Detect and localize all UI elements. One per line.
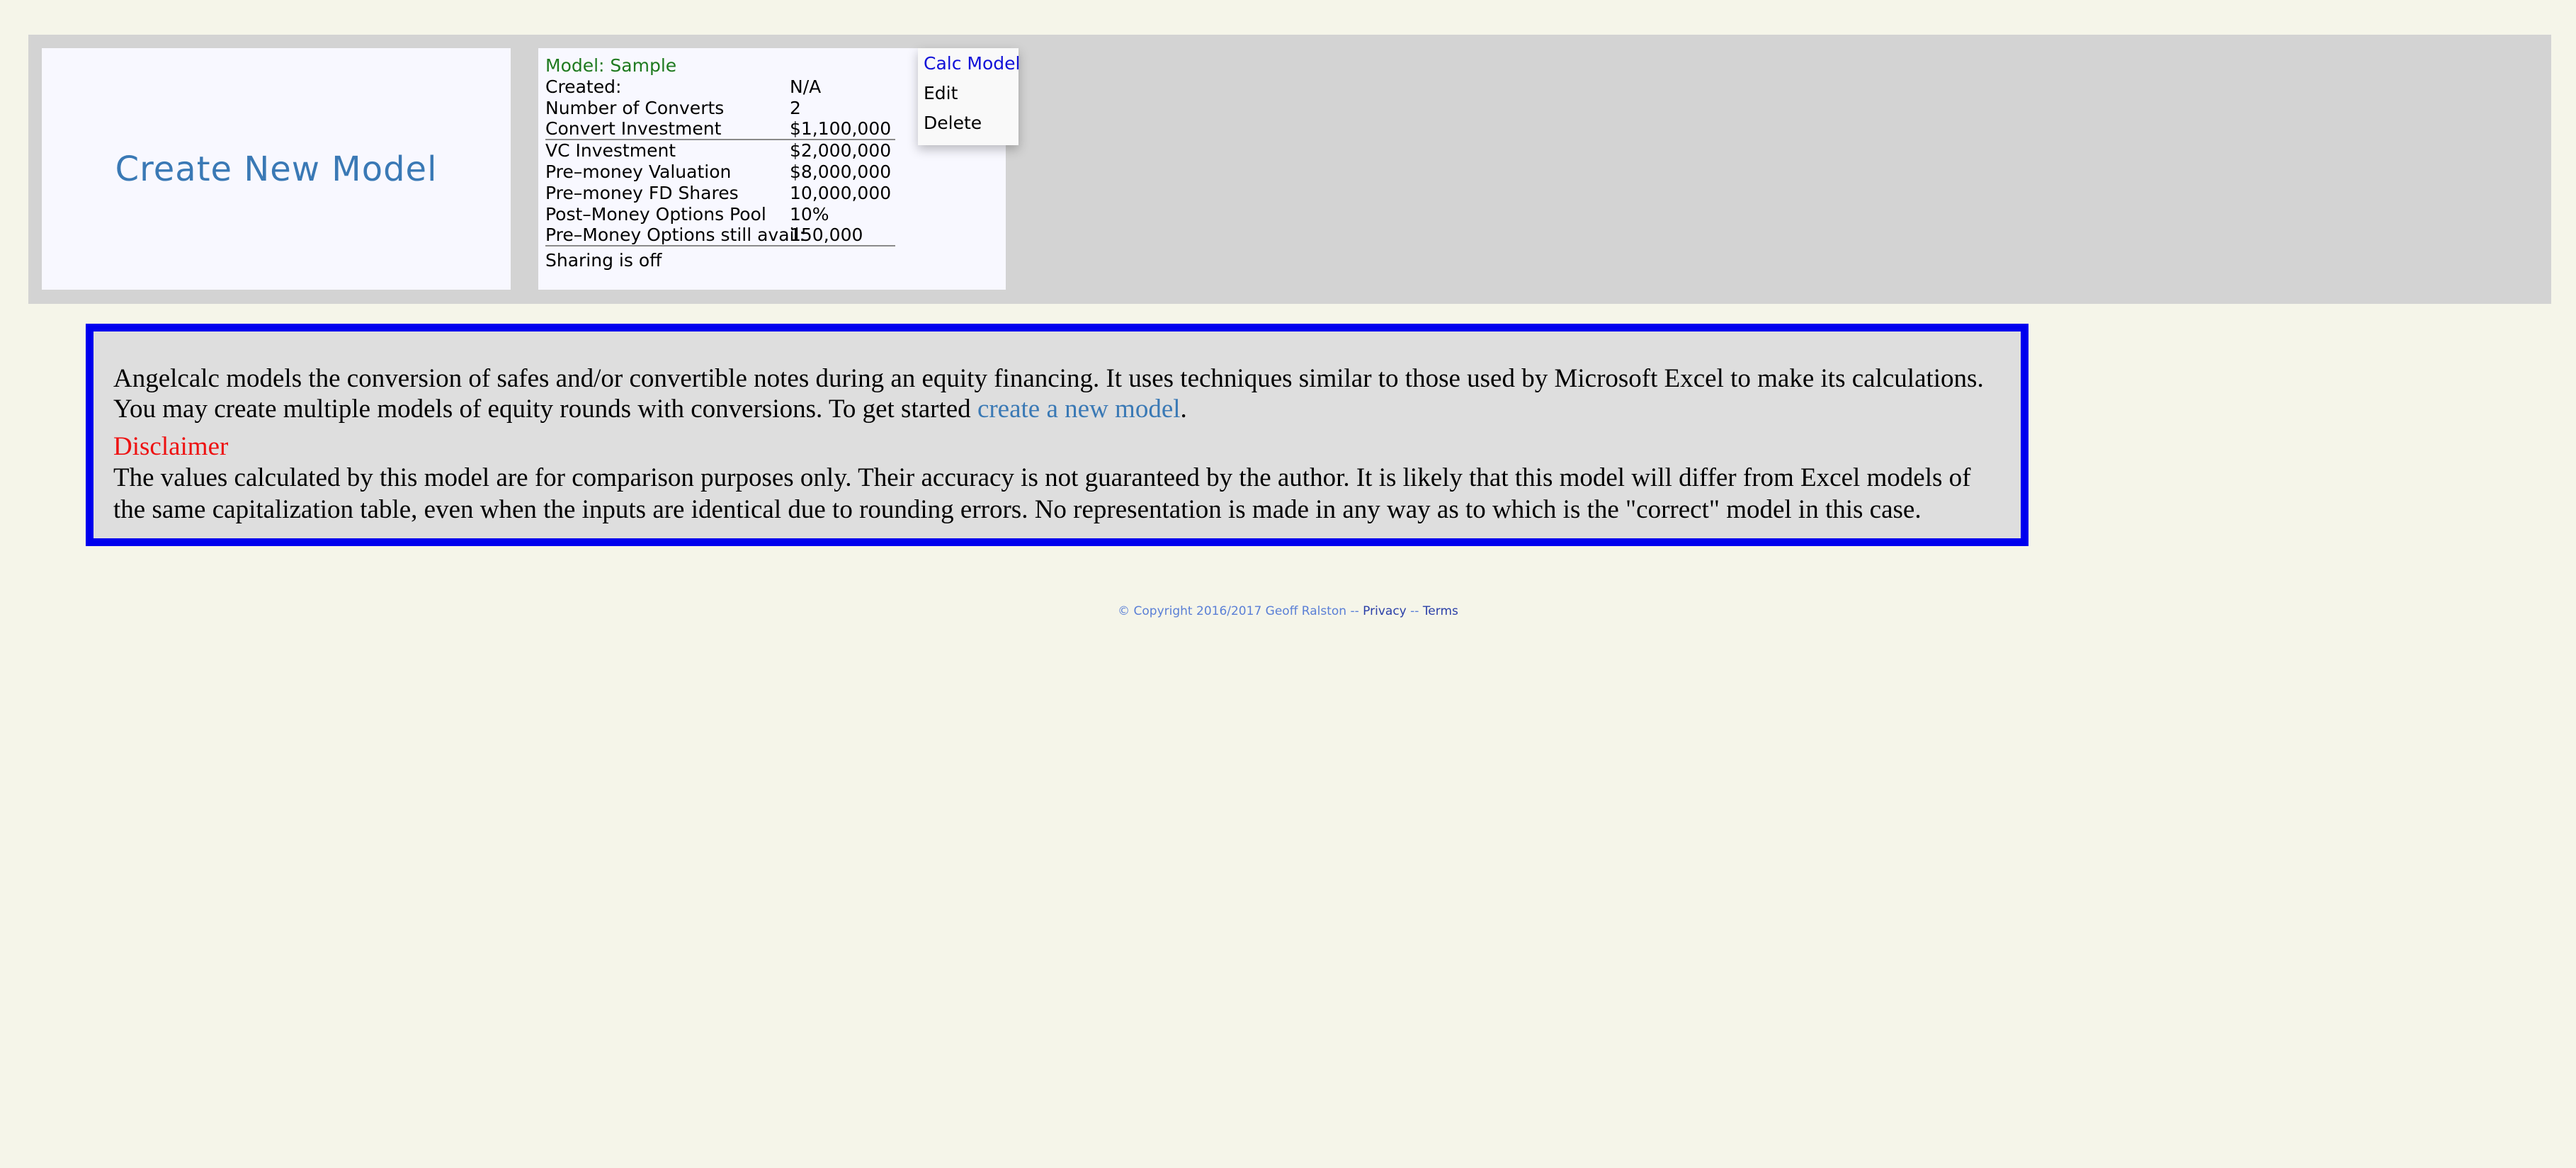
- row-value: N/A: [790, 76, 822, 97]
- model-context-menu: Calc Model Edit Delete: [918, 48, 1020, 145]
- row-label: Created:: [545, 76, 622, 97]
- row-label: Convert Investment: [545, 118, 722, 139]
- row-label: Number of Converts: [545, 98, 725, 118]
- row-value: $8,000,000: [790, 161, 892, 182]
- create-new-model-link[interactable]: create a new model: [977, 395, 1181, 424]
- model-row-post-money-options-pool: Post–Money Options Pool 10%: [545, 204, 895, 225]
- footer-separator: --: [1406, 604, 1423, 618]
- menu-item-delete[interactable]: Delete: [924, 113, 982, 134]
- model-summary-table: Created: N/A Number of Converts 2 Conver…: [545, 76, 895, 246]
- row-value: $1,100,000: [790, 118, 892, 139]
- menu-item-edit[interactable]: Edit: [924, 83, 958, 104]
- privacy-link[interactable]: Privacy: [1363, 604, 1407, 618]
- copyright-text: © Copyright 2016/2017 Geoff Ralston: [1118, 604, 1347, 618]
- disclaimer-text: The values calculated by this model are …: [113, 463, 1971, 524]
- model-row-number-of-converts: Number of Converts 2: [545, 98, 895, 119]
- row-value: 10%: [790, 204, 829, 225]
- model-row-options-still-avail: Pre–Money Options still avail: 150,000: [545, 225, 895, 246]
- intro-end: .: [1180, 395, 1187, 424]
- footer-separator: --: [1346, 604, 1363, 618]
- row-value: $2,000,000: [790, 140, 892, 161]
- model-row-created: Created: N/A: [545, 76, 895, 98]
- row-value: 2: [790, 98, 801, 118]
- sharing-status: Sharing is off: [545, 250, 662, 271]
- row-value: 150,000: [790, 225, 863, 245]
- info-box: Angelcalc models the conversion of safes…: [86, 324, 2029, 546]
- model-row-pre-money-fd-shares: Pre–money FD Shares 10,000,000: [545, 183, 895, 204]
- menu-item-calc-model[interactable]: Calc Model: [924, 53, 1020, 74]
- row-label: Post–Money Options Pool: [545, 204, 766, 225]
- disclaimer-heading: Disclaimer: [113, 432, 229, 461]
- row-label: Pre–money Valuation: [545, 161, 732, 182]
- create-new-model-card[interactable]: Create New Model: [42, 48, 511, 290]
- footer: © Copyright 2016/2017 Geoff Ralston -- P…: [0, 604, 2576, 618]
- model-title: Model: Sample: [545, 55, 677, 76]
- row-label: VC Investment: [545, 140, 676, 161]
- row-label: Pre–money FD Shares: [545, 183, 739, 203]
- row-value: 10,000,000: [790, 183, 892, 203]
- model-row-convert-investment: Convert Investment $1,100,000: [545, 119, 895, 140]
- row-label: Pre–Money Options still avail:: [545, 225, 805, 245]
- model-row-pre-money-valuation: Pre–money Valuation $8,000,000: [545, 161, 895, 183]
- intro-paragraph: Angelcalc models the conversion of safes…: [113, 363, 2004, 424]
- terms-link[interactable]: Terms: [1423, 604, 1458, 618]
- model-row-vc-investment: VC Investment $2,000,000: [545, 140, 895, 161]
- create-new-model-label: Create New Model: [115, 149, 438, 189]
